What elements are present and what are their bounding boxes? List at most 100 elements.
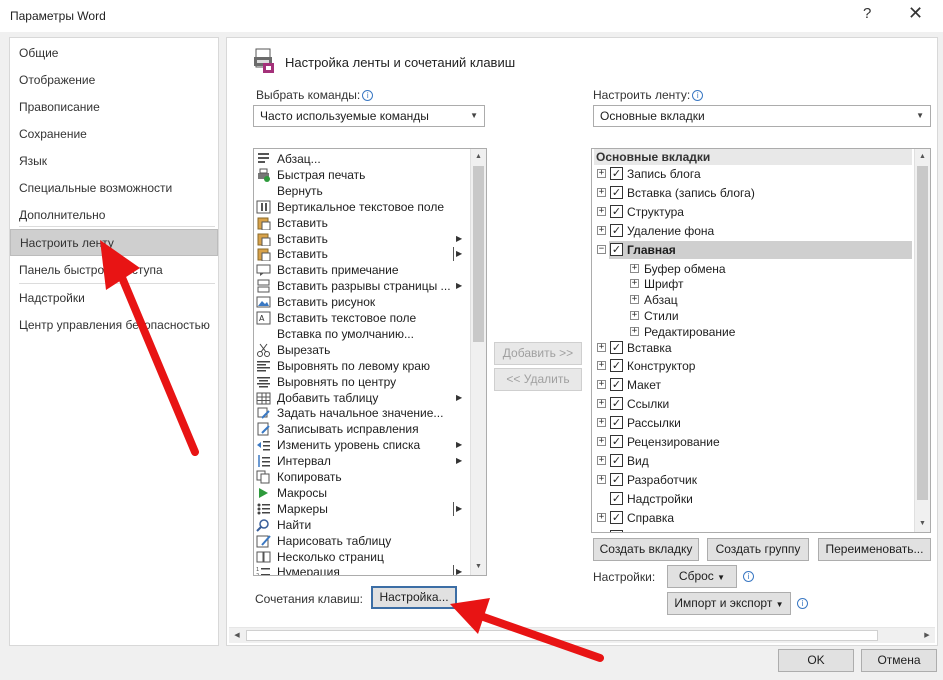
sidebar-item-customize-ribbon[interactable]: Настроить ленту bbox=[10, 229, 218, 256]
tab-checkbox[interactable]: ✓ bbox=[610, 491, 623, 505]
expand-icon[interactable]: + bbox=[597, 531, 606, 532]
tab-checkbox[interactable]: ✓ bbox=[610, 435, 623, 448]
command-list-item[interactable]: A Вставить текстовое поле bbox=[254, 310, 470, 326]
ribbon-tab-item[interactable]: + ✓ Вставка bbox=[592, 339, 914, 357]
tab-checkbox[interactable]: ✓ bbox=[610, 223, 623, 237]
command-list-item[interactable]: Записывать исправления bbox=[254, 421, 470, 437]
scroll-down-icon[interactable]: ▼ bbox=[915, 516, 930, 532]
expand-icon[interactable]: + bbox=[630, 295, 639, 305]
import-export-button[interactable]: Импорт и экспорт ▼ bbox=[667, 592, 791, 615]
command-list-item[interactable]: Маркеры ▶ bbox=[254, 501, 470, 517]
sidebar-item-display[interactable]: Отображение bbox=[10, 67, 218, 94]
tab-checkbox[interactable]: ✓ bbox=[610, 378, 623, 392]
command-list-item[interactable]: Выровнять по левому краю bbox=[254, 358, 470, 374]
command-list-item[interactable]: Вставка по умолчанию... bbox=[254, 326, 470, 342]
scroll-up-icon[interactable]: ▲ bbox=[471, 149, 486, 165]
tab-checkbox[interactable]: ✓ bbox=[610, 510, 623, 524]
ribbon-tab-item[interactable]: + ✓ ABBYY FineReader 12 bbox=[592, 528, 914, 532]
command-list-item[interactable]: Абзац... bbox=[254, 151, 470, 167]
close-button[interactable]: ✕ bbox=[908, 3, 923, 24]
sidebar-item-quick-access-toolbar[interactable]: Панель быстрого доступа bbox=[10, 257, 218, 284]
ribbon-tab-item[interactable]: + ✓ Рассылки bbox=[592, 414, 914, 432]
choose-commands-dropdown[interactable]: Часто используемые команды ▼ bbox=[253, 105, 485, 127]
command-list-item[interactable]: Задать начальное значение... bbox=[254, 405, 470, 421]
shortcuts-customize-button[interactable]: Настройка... bbox=[371, 586, 457, 609]
customize-ribbon-dropdown[interactable]: Основные вкладки ▼ bbox=[593, 105, 931, 127]
ribbon-tabs-tree[interactable]: Основные вкладки + ✓ Запись блога + ✓ Вставка… bbox=[591, 148, 931, 533]
ribbon-tab-item[interactable]: + ✓ Справка bbox=[592, 509, 914, 527]
expand-icon[interactable]: + bbox=[597, 380, 606, 390]
sidebar-item-proofing[interactable]: Правописание bbox=[10, 94, 218, 121]
expand-icon[interactable]: + bbox=[597, 169, 606, 178]
command-list-item[interactable]: Быстрая печать bbox=[254, 167, 470, 183]
command-list-item[interactable]: Выровнять по центру bbox=[254, 374, 470, 390]
command-list-item[interactable]: Нарисовать таблицу bbox=[254, 533, 470, 549]
create-tab-button[interactable]: Создать вкладку bbox=[593, 538, 699, 561]
tab-checkbox[interactable]: ✓ bbox=[610, 242, 623, 256]
command-list-item[interactable]: Вставить ▶ bbox=[254, 246, 470, 262]
tab-checkbox[interactable]: ✓ bbox=[610, 185, 623, 199]
rename-button[interactable]: Переименовать... bbox=[818, 538, 931, 561]
help-button[interactable]: ? bbox=[863, 5, 871, 22]
command-list-item[interactable]: Вставить ▶ bbox=[254, 231, 470, 247]
command-list-item[interactable]: Вертикальное текстовое поле bbox=[254, 199, 470, 215]
cancel-button[interactable]: Отмена bbox=[861, 649, 937, 672]
commands-list[interactable]: Абзац... Быстрая печать Вернуть Вертикально… bbox=[253, 148, 487, 576]
expand-icon[interactable]: + bbox=[597, 418, 606, 428]
expand-icon[interactable]: + bbox=[597, 206, 606, 216]
sidebar-item-trust-center[interactable]: Центр управления безопасностью bbox=[10, 312, 218, 339]
commands-list-scrollbar[interactable]: ▲ ▼ bbox=[470, 149, 486, 575]
tab-checkbox[interactable]: ✓ bbox=[610, 340, 623, 354]
scroll-right-icon[interactable]: ▶ bbox=[919, 628, 935, 644]
ribbon-tab-item[interactable]: + ✓ Вставка (запись блога) bbox=[592, 184, 914, 202]
tab-checkbox[interactable]: ✓ bbox=[610, 529, 623, 532]
tab-checkbox[interactable]: ✓ bbox=[610, 167, 623, 180]
create-group-button[interactable]: Создать группу bbox=[707, 538, 809, 561]
remove-button[interactable]: << Удалить bbox=[494, 368, 582, 391]
ribbon-tab-item[interactable]: − ✓ Главная bbox=[592, 240, 914, 259]
expand-icon[interactable]: + bbox=[597, 187, 606, 197]
sidebar-item-advanced[interactable]: Дополнительно bbox=[10, 202, 218, 229]
expand-icon[interactable]: + bbox=[597, 361, 606, 371]
tab-checkbox[interactable]: ✓ bbox=[610, 416, 623, 430]
ribbon-tab-item[interactable]: + ✓ Вид bbox=[592, 452, 914, 470]
expand-icon[interactable]: + bbox=[630, 326, 639, 336]
command-list-item[interactable]: 1 2 Нумерация ▶ bbox=[254, 564, 470, 575]
expand-icon[interactable]: + bbox=[597, 399, 606, 409]
command-list-item[interactable]: Вырезать bbox=[254, 342, 470, 358]
command-list-item[interactable]: Вставить рисунок bbox=[254, 294, 470, 310]
sidebar-item-language[interactable]: Язык bbox=[10, 148, 218, 175]
scroll-left-icon[interactable]: ◀ bbox=[229, 628, 245, 644]
ribbon-tab-item[interactable]: ✓ Надстройки bbox=[592, 490, 914, 508]
expand-icon[interactable]: + bbox=[597, 474, 606, 484]
expand-icon[interactable]: + bbox=[597, 512, 606, 522]
ribbon-tab-item[interactable]: + ✓ Запись блога bbox=[592, 165, 914, 183]
expand-icon[interactable]: + bbox=[597, 225, 606, 235]
ribbon-tab-item[interactable]: + ✓ Ссылки bbox=[592, 395, 914, 413]
tab-checkbox[interactable]: ✓ bbox=[610, 204, 623, 218]
expand-icon[interactable]: + bbox=[630, 263, 639, 273]
sidebar-item-save[interactable]: Сохранение bbox=[10, 121, 218, 148]
expand-icon[interactable]: + bbox=[630, 279, 639, 289]
scroll-up-icon[interactable]: ▲ bbox=[915, 149, 930, 165]
command-list-item[interactable]: Интервал ▶ bbox=[254, 453, 470, 469]
ribbon-tab-item[interactable]: + ✓ Структура bbox=[592, 203, 914, 221]
horizontal-scrollbar[interactable]: ◀ ▶ bbox=[229, 627, 935, 643]
ribbon-tab-item[interactable]: + ✓ Рецензирование bbox=[592, 433, 914, 451]
ribbon-tab-item[interactable]: + ✓ Удаление фона bbox=[592, 222, 914, 240]
command-list-item[interactable]: Вернуть bbox=[254, 183, 470, 199]
tab-checkbox[interactable]: ✓ bbox=[610, 453, 623, 467]
add-button[interactable]: Добавить >> bbox=[494, 342, 582, 365]
command-list-item[interactable]: Изменить уровень списка ▶ bbox=[254, 437, 470, 453]
ribbon-tree-scrollbar[interactable]: ▲ ▼ bbox=[914, 149, 930, 532]
tab-checkbox[interactable]: ✓ bbox=[610, 359, 623, 373]
sidebar-item-general[interactable]: Общие bbox=[10, 40, 218, 67]
command-list-item[interactable]: Вставить примечание bbox=[254, 262, 470, 278]
expand-icon[interactable]: + bbox=[597, 437, 606, 446]
expand-icon[interactable]: + bbox=[630, 310, 639, 320]
expand-icon[interactable]: + bbox=[597, 342, 606, 352]
scroll-thumb[interactable] bbox=[246, 630, 878, 641]
collapse-icon[interactable]: − bbox=[597, 244, 606, 254]
command-list-item[interactable]: Макросы bbox=[254, 485, 470, 501]
command-list-item[interactable]: Найти bbox=[254, 517, 470, 533]
